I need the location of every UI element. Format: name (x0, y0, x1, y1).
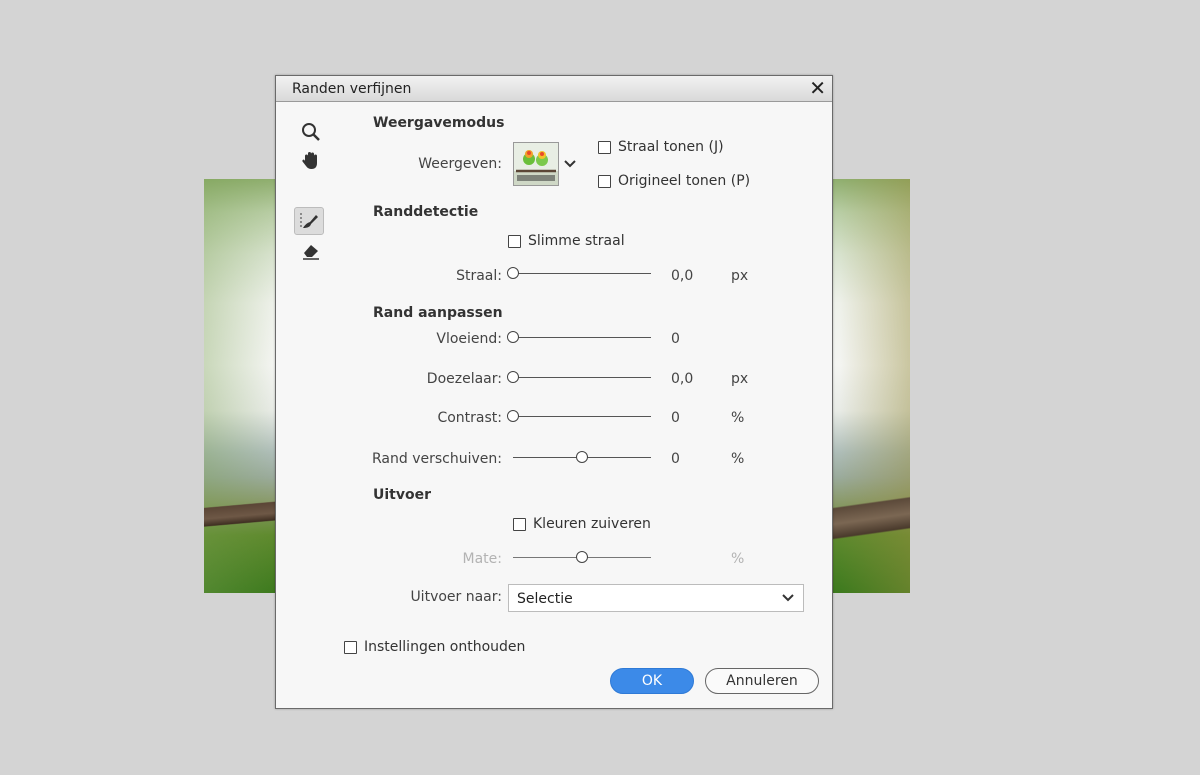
output-heading: Uitvoer (373, 487, 432, 503)
dialog-title: Randen verfijnen (292, 81, 412, 97)
show-original-box[interactable] (598, 174, 611, 188)
show-original-label: Origineel tonen (P) (618, 173, 751, 189)
remember-settings-box[interactable] (344, 640, 357, 654)
view-mode-thumbnail[interactable] (513, 142, 559, 186)
contrast-slider-knob[interactable] (507, 410, 519, 422)
feather-unit: px (731, 371, 749, 387)
refine-edge-dialog: Randen verfijnen ✕ Weergavemodus Weergev… (275, 75, 833, 709)
shift-edge-label: Rand verschuiven: (372, 451, 502, 467)
branch-left (204, 498, 284, 538)
smooth-value: 0 (671, 331, 680, 347)
feather-slider[interactable] (507, 371, 651, 383)
smooth-slider-knob[interactable] (507, 331, 519, 343)
contrast-value: 0 (671, 410, 680, 426)
remember-settings-label: Instellingen onthouden (364, 639, 526, 655)
contrast-label: Contrast: (437, 410, 502, 426)
radius-slider-track (513, 273, 651, 274)
remember-settings-checkbox[interactable]: Instellingen onthouden (344, 639, 525, 655)
show-radius-label: Straal tonen (J) (618, 139, 724, 155)
amount-slider (513, 551, 651, 563)
erase-refinements-icon[interactable] (297, 238, 325, 264)
radius-label: Straal: (456, 268, 502, 284)
decontaminate-checkbox[interactable]: Kleuren zuiveren (513, 516, 651, 532)
show-radius-box[interactable] (598, 140, 611, 154)
contrast-slider[interactable] (507, 410, 651, 422)
branch-right (828, 494, 910, 560)
output-to-label: Uitvoer naar: (410, 589, 502, 605)
view-label: Weergeven: (418, 156, 502, 172)
edge-detection-heading: Randdetectie (373, 204, 479, 220)
close-icon[interactable]: ✕ (809, 77, 826, 99)
ok-button[interactable]: OK (610, 668, 694, 694)
decontaminate-box[interactable] (513, 517, 526, 531)
radius-slider[interactable] (507, 267, 651, 279)
feather-slider-track (513, 377, 651, 378)
chevron-down-icon (781, 591, 795, 607)
smooth-slider-track (513, 337, 651, 338)
contrast-slider-track (513, 416, 651, 417)
amount-slider-knob (576, 551, 588, 563)
feather-value: 0,0 (671, 371, 694, 387)
output-to-value: Selectie (517, 591, 573, 607)
view-mode-heading: Weergavemodus (373, 115, 505, 131)
smart-radius-box[interactable] (508, 234, 521, 248)
smart-radius-label: Slimme straal (528, 233, 625, 249)
zoom-icon[interactable] (297, 119, 325, 145)
radius-value: 0,0 (671, 268, 694, 284)
amount-unit: % (731, 551, 745, 567)
refine-radius-brush-icon[interactable] (294, 207, 324, 235)
shift-edge-value: 0 (671, 451, 680, 467)
radius-unit: px (731, 268, 749, 284)
shift-edge-unit: % (731, 451, 745, 467)
contrast-unit: % (731, 410, 745, 426)
smooth-label: Vloeiend: (436, 331, 502, 347)
output-to-select[interactable]: Selectie (508, 584, 804, 612)
show-radius-checkbox[interactable]: Straal tonen (J) (598, 139, 724, 155)
feather-label: Doezelaar: (426, 371, 502, 387)
radius-slider-knob[interactable] (507, 267, 519, 279)
shift-edge-slider[interactable] (513, 451, 651, 463)
smooth-slider[interactable] (507, 331, 651, 343)
amount-label: Mate: (462, 551, 502, 567)
smart-radius-checkbox[interactable]: Slimme straal (508, 233, 625, 249)
show-original-checkbox[interactable]: Origineel tonen (P) (598, 173, 750, 189)
adjust-edge-heading: Rand aanpassen (373, 305, 503, 321)
shift-edge-slider-knob[interactable] (576, 451, 588, 463)
feather-slider-knob[interactable] (507, 371, 519, 383)
cancel-button[interactable]: Annuleren (705, 668, 819, 694)
hand-icon[interactable] (297, 148, 325, 174)
decontaminate-label: Kleuren zuiveren (533, 516, 651, 532)
chevron-down-icon[interactable] (563, 154, 577, 173)
dialog-titlebar: Randen verfijnen ✕ (276, 76, 832, 102)
